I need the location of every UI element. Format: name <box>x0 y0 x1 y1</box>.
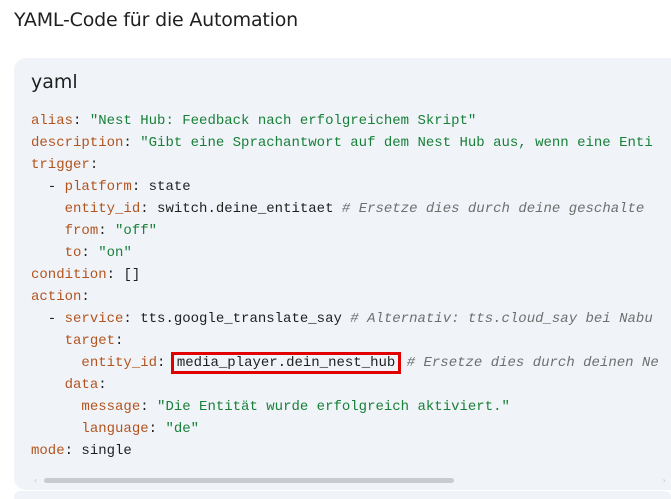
yaml-comment: # Ersetze dies durch deinen Ne <box>398 355 659 371</box>
yaml-string-value: "on" <box>98 245 132 261</box>
yaml-key: entity_id <box>64 201 141 217</box>
code-line: data: <box>31 374 659 396</box>
yaml-separator: : <box>115 333 124 349</box>
yaml-separator: : <box>81 245 99 261</box>
code-line: to: "on" <box>31 242 659 264</box>
yaml-key: data <box>64 377 99 393</box>
yaml-separator: : <box>157 355 174 371</box>
list-dash: - <box>31 311 65 327</box>
yaml-separator: : <box>106 267 124 283</box>
yaml-key: message <box>81 399 141 415</box>
yaml-key: action <box>31 289 82 305</box>
yaml-key: description <box>31 135 124 151</box>
yaml-separator: : <box>140 399 158 415</box>
code-line: - service: tts.google_translate_say # Al… <box>31 308 659 330</box>
code-block: yaml alias: "Nest Hub: Feedback nach erf… <box>14 58 671 490</box>
yaml-string-value: "Nest Hub: Feedback nach erfolgreichem S… <box>89 113 477 129</box>
code-line: target: <box>31 330 659 352</box>
code-language-label: yaml <box>31 71 78 93</box>
code-line: alias: "Nest Hub: Feedback nach erfolgre… <box>31 110 659 132</box>
code-line: from: "off" <box>31 220 659 242</box>
yaml-plain-value: switch.deine_entitaet <box>157 201 334 217</box>
yaml-comment: # Ersetze dies durch deine geschalte <box>333 201 645 217</box>
horizontal-scrollbar[interactable]: ‹ › <box>34 476 666 486</box>
yaml-code[interactable]: alias: "Nest Hub: Feedback nach erfolgre… <box>31 110 659 462</box>
yaml-plain-value: [] <box>123 267 141 283</box>
yaml-plain-value: state <box>148 179 191 195</box>
yaml-separator: : <box>81 289 90 305</box>
yaml-key: alias <box>31 113 74 129</box>
yaml-key: service <box>64 311 124 327</box>
yaml-key: mode <box>31 443 65 459</box>
code-lines: alias: "Nest Hub: Feedback nach erfolgre… <box>31 110 659 462</box>
code-line: message: "Die Entität wurde erfolgreich … <box>31 396 659 418</box>
yaml-separator: : <box>131 179 149 195</box>
yaml-key: to <box>64 245 82 261</box>
yaml-string-value: "Die Entität wurde erfolgreich aktiviert… <box>157 399 510 415</box>
code-line: action: <box>31 286 659 308</box>
yaml-separator: : <box>89 157 99 173</box>
page-heading: YAML-Code für die Automation <box>14 9 299 31</box>
yaml-key: condition <box>31 267 107 283</box>
yaml-key: from <box>64 223 99 239</box>
yaml-separator: : <box>73 113 90 129</box>
code-line: - platform: state <box>31 176 659 198</box>
yaml-separator: : <box>140 201 158 217</box>
yaml-key: entity_id <box>81 355 158 371</box>
yaml-separator: : <box>148 421 166 437</box>
code-line: mode: single <box>31 440 659 462</box>
code-line: trigger: <box>31 154 659 176</box>
next-block-edge <box>14 491 671 499</box>
yaml-key: trigger <box>31 157 90 173</box>
code-line: entity_id: media_player.dein_nest_hub # … <box>31 352 659 374</box>
scroll-thumb[interactable] <box>44 478 454 483</box>
yaml-separator: : <box>98 223 116 239</box>
yaml-key: platform <box>64 179 132 195</box>
code-line: description: "Gibt eine Sprachantwort au… <box>31 132 659 154</box>
yaml-separator: : <box>98 377 107 393</box>
yaml-separator: : <box>123 135 141 151</box>
list-dash: - <box>31 179 65 195</box>
code-line: entity_id: switch.deine_entitaet # Erset… <box>31 198 659 220</box>
code-line: language: "de" <box>31 418 659 440</box>
yaml-plain-value: single <box>81 443 132 459</box>
code-line: condition: [] <box>31 264 659 286</box>
yaml-key: target <box>64 333 116 349</box>
yaml-separator: : <box>64 443 82 459</box>
scroll-right-icon[interactable]: › <box>663 476 666 486</box>
yaml-plain-value: tts.google_translate_say <box>140 311 342 327</box>
yaml-string-value: "de" <box>165 421 200 437</box>
highlighted-entity-id: media_player.dein_nest_hub <box>170 352 402 374</box>
scroll-left-icon[interactable]: ‹ <box>34 476 37 486</box>
yaml-comment: # Alternativ: tts.cloud_say bei Nabu <box>341 311 653 327</box>
yaml-key: language <box>81 421 149 437</box>
yaml-string-value: "off" <box>115 223 158 239</box>
yaml-separator: : <box>123 311 141 327</box>
yaml-string-value: "Gibt eine Sprachantwort auf dem Nest Hu… <box>140 135 653 151</box>
